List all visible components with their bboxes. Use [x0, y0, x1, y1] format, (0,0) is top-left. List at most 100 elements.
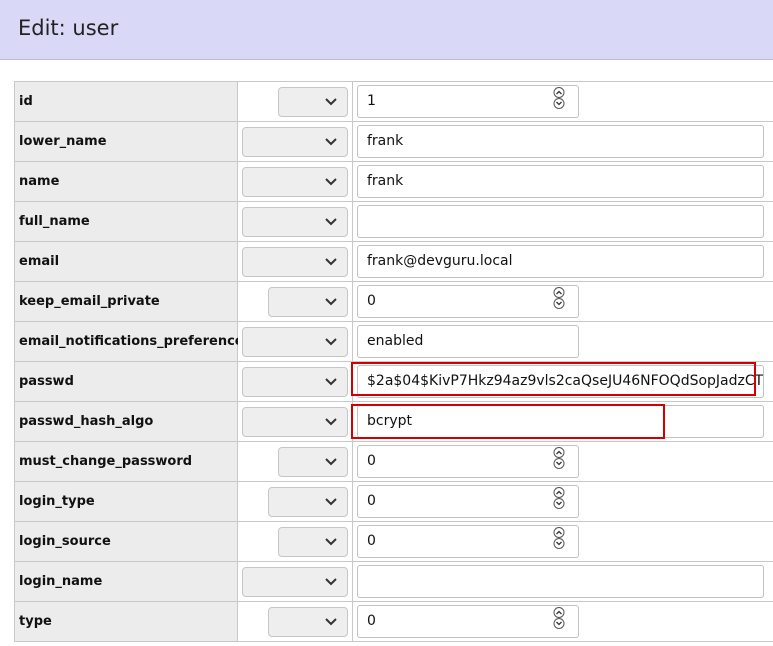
up-down-spinner-icon[interactable] [553, 87, 565, 109]
function-cell [238, 202, 353, 241]
chevron-down-icon [325, 378, 337, 386]
function-cell [238, 122, 353, 161]
must-change-password-input[interactable]: 0 [357, 445, 579, 478]
full-name-input[interactable] [357, 205, 764, 238]
email-notifications-preference-input[interactable]: enabled [357, 325, 579, 358]
field-label: email [15, 242, 238, 281]
value-cell [353, 562, 773, 601]
field-row-email-notifications-preference: email_notifications_preference enabled [15, 322, 773, 362]
field-label: must_change_password [15, 442, 238, 481]
value-cell: 1 [353, 82, 773, 121]
value-cell: bcrypt [353, 402, 773, 441]
field-label: type [15, 602, 238, 641]
value-cell: 0 [353, 442, 773, 481]
field-row-passwd: passwd $2a$04$KivP7Hkz94az9vls2caQseJU46… [15, 362, 773, 402]
edit-form-table: id 1 lower_name frank name frank full_na… [14, 81, 773, 642]
up-down-spinner-icon[interactable] [553, 487, 565, 509]
function-select[interactable] [268, 487, 348, 517]
function-select[interactable] [278, 87, 348, 117]
chevron-down-icon [325, 338, 337, 346]
value-cell: enabled [353, 322, 773, 361]
chevron-down-icon [325, 458, 337, 466]
up-down-spinner-icon[interactable] [553, 447, 565, 469]
field-row-type: type 0 [15, 602, 773, 642]
value-cell [353, 202, 773, 241]
lower-name-input[interactable]: frank [357, 125, 764, 158]
function-cell [238, 322, 353, 361]
up-down-spinner-icon[interactable] [553, 287, 565, 309]
value-cell: frank [353, 122, 773, 161]
field-label: email_notifications_preference [15, 322, 244, 361]
field-row-email: email frank@devguru.local [15, 242, 773, 282]
function-select[interactable] [278, 447, 348, 477]
chevron-down-icon [325, 298, 337, 306]
chevron-down-icon [325, 578, 337, 586]
page-header: Edit: user [0, 0, 773, 60]
function-select[interactable] [242, 367, 348, 397]
function-select[interactable] [242, 407, 348, 437]
chevron-down-icon [325, 618, 337, 626]
field-label: full_name [15, 202, 238, 241]
value-cell: $2a$04$KivP7Hkz94az9vls2caQseJU46NFOQdSo… [353, 362, 773, 401]
passwd-hash-algo-input[interactable]: bcrypt [357, 405, 764, 438]
field-row-full-name: full_name [15, 202, 773, 242]
field-label: id [15, 82, 238, 121]
function-select[interactable] [278, 527, 348, 557]
email-input[interactable]: frank@devguru.local [357, 245, 764, 278]
function-select[interactable] [242, 207, 348, 237]
field-row-passwd-hash-algo: passwd_hash_algo bcrypt [15, 402, 773, 442]
keep-email-private-input[interactable]: 0 [357, 285, 579, 318]
id-input[interactable]: 1 [357, 85, 579, 118]
chevron-down-icon [325, 218, 337, 226]
value-cell: 0 [353, 602, 773, 641]
up-down-spinner-icon[interactable] [553, 527, 565, 549]
chevron-down-icon [325, 138, 337, 146]
field-label: keep_email_private [15, 282, 238, 321]
field-label: passwd_hash_algo [15, 402, 238, 441]
login-name-input[interactable] [357, 565, 764, 598]
field-row-keep-email-private: keep_email_private 0 [15, 282, 773, 322]
function-select[interactable] [268, 287, 348, 317]
function-select[interactable] [242, 567, 348, 597]
field-row-login-source: login_source 0 [15, 522, 773, 562]
function-select[interactable] [242, 167, 348, 197]
function-select[interactable] [268, 607, 348, 637]
value-cell: frank [353, 162, 773, 201]
function-cell [238, 282, 353, 321]
field-row-login-type: login_type 0 [15, 482, 773, 522]
field-row-name: name frank [15, 162, 773, 202]
function-cell [238, 162, 353, 201]
chevron-down-icon [325, 498, 337, 506]
field-label: login_name [15, 562, 238, 601]
type-input[interactable]: 0 [357, 605, 579, 638]
field-row-must-change-password: must_change_password 0 [15, 442, 773, 482]
field-label: login_source [15, 522, 238, 561]
function-cell [238, 402, 353, 441]
function-cell [238, 482, 353, 521]
value-cell: 0 [353, 482, 773, 521]
function-cell [238, 242, 353, 281]
function-select[interactable] [242, 327, 348, 357]
function-cell [238, 442, 353, 481]
field-label: name [15, 162, 238, 201]
login-source-input[interactable]: 0 [357, 525, 579, 558]
passwd-input[interactable]: $2a$04$KivP7Hkz94az9vls2caQseJU46NFOQdSo… [357, 365, 764, 398]
name-input[interactable]: frank [357, 165, 764, 198]
value-cell: 0 [353, 282, 773, 321]
function-cell [238, 82, 353, 121]
field-row-login-name: login_name [15, 562, 773, 602]
page-title: Edit: user [18, 16, 119, 40]
up-down-spinner-icon[interactable] [553, 607, 565, 629]
field-label: passwd [15, 362, 238, 401]
function-select[interactable] [242, 127, 348, 157]
chevron-down-icon [325, 178, 337, 186]
chevron-down-icon [325, 258, 337, 266]
value-cell: 0 [353, 522, 773, 561]
function-cell [238, 522, 353, 561]
login-type-input[interactable]: 0 [357, 485, 579, 518]
field-row-id: id 1 [15, 82, 773, 122]
value-cell: frank@devguru.local [353, 242, 773, 281]
field-row-lower-name: lower_name frank [15, 122, 773, 162]
field-label: login_type [15, 482, 238, 521]
function-select[interactable] [242, 247, 348, 277]
